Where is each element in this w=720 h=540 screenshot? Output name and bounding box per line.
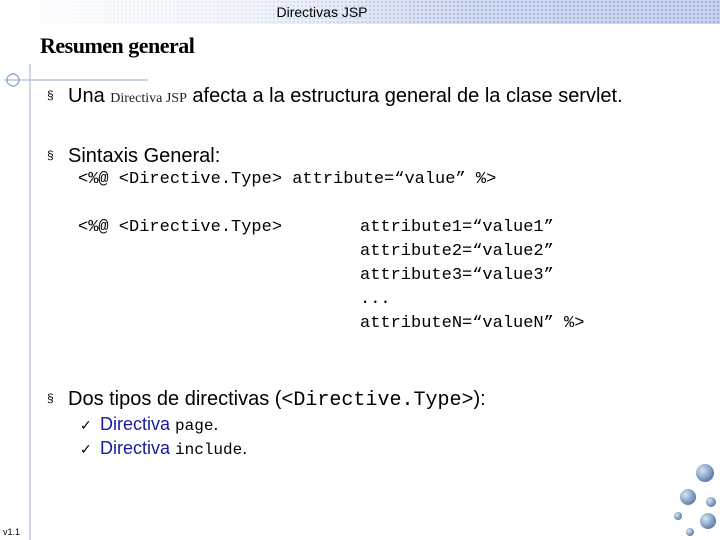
orb-icon: [686, 528, 694, 536]
orb-icon: [680, 489, 696, 505]
version-label: v1.1: [3, 527, 21, 537]
orb-icon: [674, 512, 682, 520]
orb-icon: [696, 464, 714, 482]
orb-icon: [700, 513, 716, 529]
decorative-orbs: [674, 464, 716, 536]
orb-icon: [706, 497, 716, 507]
